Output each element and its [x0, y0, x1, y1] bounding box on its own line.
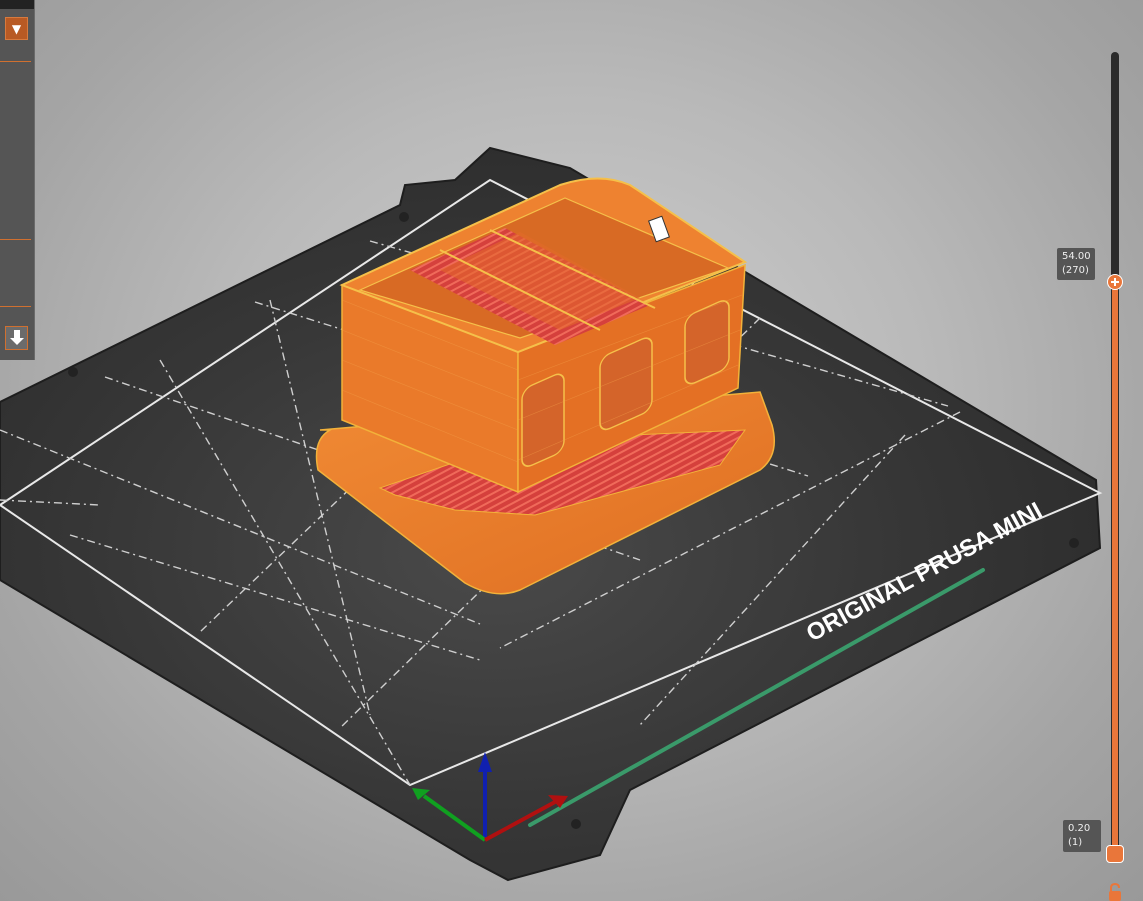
- panel-topbar: [0, 0, 34, 9]
- top-layer-label: 54.00 (270): [1057, 248, 1095, 280]
- panel-divider: [0, 239, 31, 240]
- layer-slider[interactable]: 54.00 (270) 0.20 (1): [1056, 40, 1143, 901]
- slider-range-fill: [1112, 282, 1118, 854]
- top-layer-thumb[interactable]: [1107, 274, 1123, 290]
- bottom-layer-number: (1): [1068, 837, 1083, 848]
- lock-icon[interactable]: [1106, 883, 1124, 901]
- view-type-dropdown[interactable]: ▼: [5, 17, 28, 40]
- chevron-down-icon: ▼: [11, 21, 22, 36]
- export-button[interactable]: [5, 326, 28, 350]
- top-layer-number: (270): [1062, 265, 1089, 276]
- 3d-viewport[interactable]: ORIGINAL PRUSA MINI ▼ 54.00 (270) 0.20 (…: [0, 0, 1143, 901]
- panel-divider: [0, 306, 31, 307]
- bottom-layer-thumb[interactable]: [1106, 845, 1124, 863]
- bottom-layer-label: 0.20 (1): [1063, 820, 1101, 852]
- scene-canvas[interactable]: ORIGINAL PRUSA MINI: [0, 0, 1143, 901]
- left-panel: ▼: [0, 0, 35, 360]
- export-icon: [9, 330, 24, 345]
- bottom-layer-height: 0.20: [1068, 823, 1091, 834]
- panel-divider: [0, 61, 31, 62]
- top-layer-height: 54.00: [1062, 251, 1091, 262]
